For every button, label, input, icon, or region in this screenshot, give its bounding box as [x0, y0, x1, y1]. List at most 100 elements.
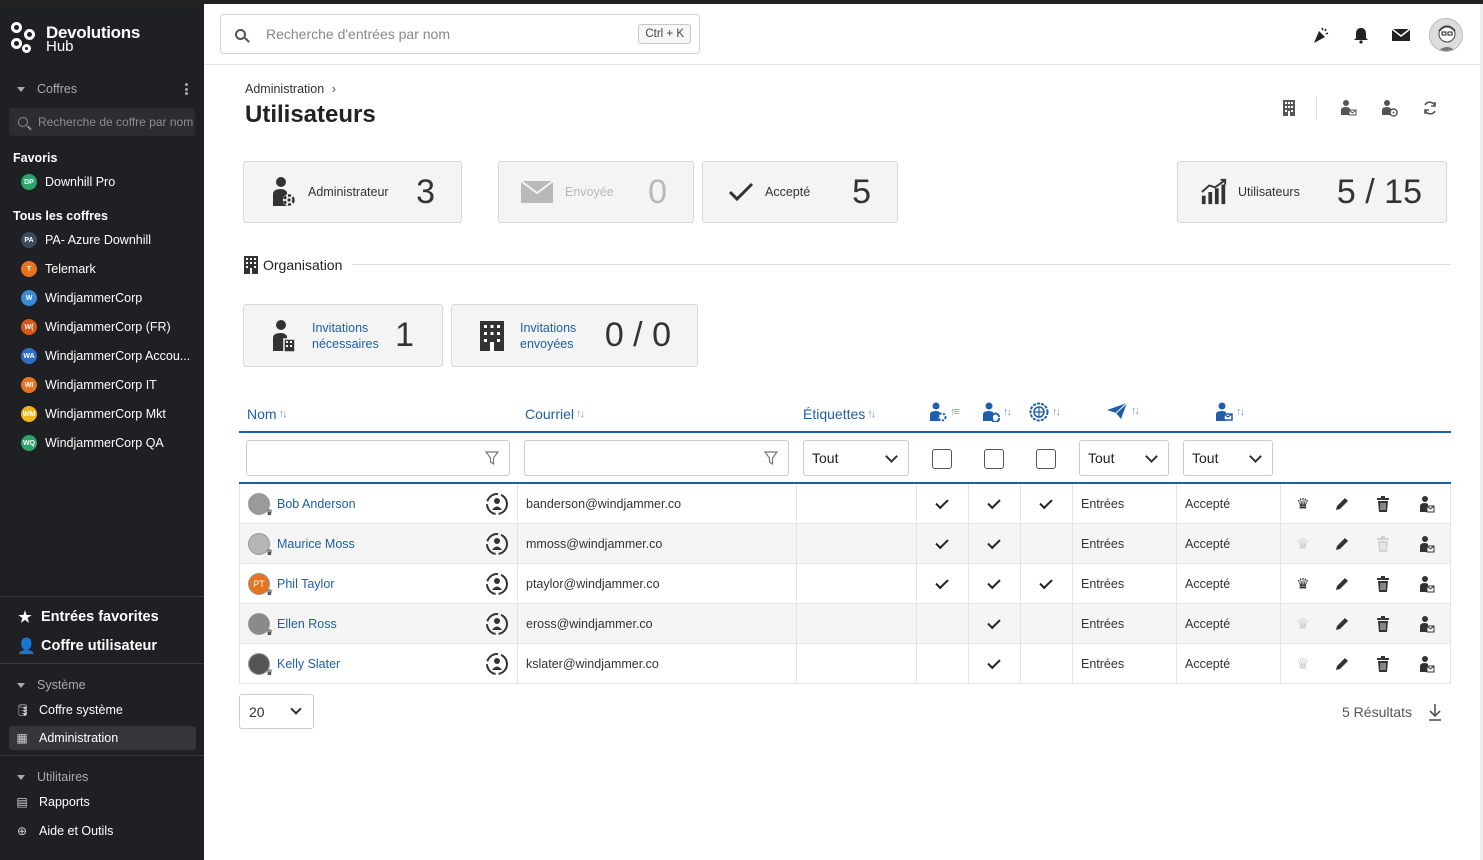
building-icon[interactable] — [1279, 98, 1299, 118]
check-icon — [987, 535, 1001, 549]
name-filter-input[interactable] — [246, 440, 510, 476]
system-vault-link[interactable]: 🛢 Coffre système — [9, 698, 196, 722]
party-popper-icon[interactable] — [1311, 25, 1331, 45]
admin-filter-checkbox[interactable] — [932, 449, 952, 469]
status-cell: Accepté — [1185, 577, 1231, 591]
edit-pencil-icon[interactable] — [1332, 494, 1352, 514]
table-row[interactable]: ♛ Bob Anderson banderson@windjammer.co Entr… — [239, 484, 1451, 524]
administration-link[interactable]: ▦ Administration — [9, 726, 196, 750]
chevron-down-icon — [1249, 450, 1262, 463]
sidebar-item-vault[interactable]: WQ WindjammerCorp QA — [21, 433, 199, 453]
sidebar-item-vault[interactable]: T Telemark — [21, 259, 199, 279]
sidebar-item-vault[interactable]: W WindjammerCorp — [21, 288, 199, 308]
user-mail-icon[interactable] — [1417, 654, 1437, 674]
email-filter-input[interactable] — [524, 440, 789, 476]
vaults-section-header[interactable]: Coffres — [0, 79, 204, 99]
table-row[interactable]: ♛ Maurice Moss mmoss@windjammer.co Entrées A… — [239, 524, 1451, 564]
user-sync-icon[interactable] — [485, 492, 509, 516]
vault-search-input[interactable]: Recherche de coffre par nom — [9, 108, 195, 136]
accepted-count-card[interactable]: Accepté 5 — [702, 161, 898, 223]
trash-icon[interactable] — [1373, 574, 1393, 594]
bell-icon[interactable] — [1351, 25, 1371, 45]
user-name-link[interactable]: Ellen Ross — [277, 617, 337, 631]
kebab-menu-icon[interactable] — [185, 83, 188, 95]
column-header-name[interactable]: Nom ↑↓ — [247, 406, 288, 422]
help-tools-link[interactable]: ⊕ Aide et Outils — [9, 819, 196, 843]
invitations-needed-card[interactable]: Invitations nécessaires 1 — [243, 304, 443, 367]
favorite-entries-link[interactable]: ★ Entrées favorites — [17, 608, 158, 626]
edit-pencil-icon[interactable] — [1332, 534, 1352, 554]
vault-avatar: WA — [21, 348, 37, 364]
user-mail-icon[interactable] — [1417, 494, 1437, 514]
user-sync-icon[interactable] — [485, 532, 509, 556]
sort-icon: ↑↓ — [867, 408, 876, 420]
sidebar-item-vault[interactable]: PA PA- Azure Downhill — [21, 230, 199, 250]
entry-search-input[interactable]: Recherche d'entrées par nom Ctrl + K — [220, 14, 700, 54]
user-sync-icon[interactable] — [485, 612, 509, 636]
user-vault-link[interactable]: 👤 Coffre utilisateur — [17, 637, 157, 655]
trash-icon[interactable] — [1373, 654, 1393, 674]
admin-count-card[interactable]: Administrateur 3 — [243, 161, 462, 223]
mail-icon[interactable] — [1391, 25, 1411, 45]
column-header-global[interactable]: ↑↓ — [1029, 402, 1061, 422]
crown-icon[interactable]: ♛ — [1293, 494, 1313, 514]
sidebar-item-vault[interactable]: WA WindjammerCorp Accou... — [21, 346, 199, 366]
sent-count-card[interactable]: Envoyée 0 — [498, 161, 694, 223]
user-name-link[interactable]: Phil Taylor — [277, 577, 334, 591]
sidebar-item-favorite-vault[interactable]: DP Downhill Pro — [21, 172, 199, 192]
user-vault-label: Coffre utilisateur — [41, 638, 158, 654]
user-invite-icon[interactable] — [1338, 98, 1358, 118]
user-name-link[interactable]: Bob Anderson — [277, 497, 356, 511]
breadcrumb-item[interactable]: Administration — [245, 82, 324, 96]
breadcrumb: Administration › — [245, 82, 336, 96]
crown-icon[interactable]: ♛ — [1293, 534, 1313, 554]
vault-search-placeholder: Recherche de coffre par nom — [38, 115, 194, 129]
trash-icon[interactable] — [1373, 614, 1393, 634]
table-row[interactable]: ♛ Kelly Slater kslater@windjammer.co Entrée… — [239, 644, 1451, 684]
crown-icon[interactable]: ♛ — [1293, 574, 1313, 594]
edit-pencil-icon[interactable] — [1332, 614, 1352, 634]
column-header-email[interactable]: Courriel ↑↓ — [525, 406, 585, 422]
edit-pencil-icon[interactable] — [1332, 574, 1352, 594]
user-mail-icon[interactable] — [1417, 534, 1437, 554]
table-row[interactable]: PT ♛ Phil Taylor ptaylor@windjammer.co Entré… — [239, 564, 1451, 604]
table-row[interactable]: ♛ Ellen Ross eross@windjammer.co Entrées Acc… — [239, 604, 1451, 644]
status-filter-select[interactable]: Tout — [1183, 440, 1273, 476]
sidebar-item-vault[interactable]: W(WindjammerCorp (FR) — [21, 317, 199, 337]
user-sync-icon[interactable] — [485, 572, 509, 596]
users-count-card[interactable]: Utilisateurs 5 / 15 — [1177, 161, 1447, 223]
sidebar-item-vault[interactable]: WI WindjammerCorp IT — [21, 375, 199, 395]
user-name-link[interactable]: Kelly Slater — [277, 657, 340, 671]
invitation-filter-select[interactable]: Tout — [1079, 440, 1169, 476]
user-settings-icon[interactable] — [1379, 98, 1399, 118]
user-mail-icon[interactable] — [1417, 574, 1437, 594]
app-logo[interactable]: Devolutions Hub — [10, 22, 140, 58]
column-header-tags[interactable]: Étiquettes ↑↓ — [803, 406, 876, 422]
tags-filter-select[interactable]: Tout — [803, 440, 909, 476]
access-filter-checkbox[interactable] — [984, 449, 1004, 469]
download-icon[interactable] — [1427, 703, 1443, 721]
user-name-link[interactable]: Maurice Moss — [277, 537, 355, 551]
system-section-header[interactable]: Système — [0, 675, 204, 695]
invitations-sent-label[interactable]: Invitations envoyées — [520, 320, 576, 352]
user-mail-icon[interactable] — [1417, 614, 1437, 634]
reports-link[interactable]: ▤ Rapports — [9, 790, 196, 814]
user-avatar[interactable] — [1429, 18, 1463, 52]
column-header-invitation[interactable]: ↑↓ — [1106, 402, 1140, 420]
crown-icon[interactable]: ♛ — [1293, 614, 1313, 634]
edit-pencil-icon[interactable] — [1332, 654, 1352, 674]
trash-icon[interactable] — [1373, 494, 1393, 514]
invitations-needed-label[interactable]: Invitations nécessaires — [312, 320, 379, 352]
page-size-select[interactable]: 20 — [239, 694, 314, 729]
invitations-sent-card[interactable]: Invitations envoyées 0 / 0 — [451, 304, 698, 367]
crown-icon[interactable]: ♛ — [1293, 654, 1313, 674]
column-header-admin[interactable]: ↑≡ — [929, 402, 960, 422]
column-header-status[interactable]: ↑↓ — [1215, 402, 1245, 422]
column-header-user-access[interactable]: ↑↓ — [982, 402, 1012, 422]
sidebar-item-vault[interactable]: WM WindjammerCorp Mkt — [21, 404, 199, 424]
refresh-icon[interactable] — [1420, 98, 1440, 118]
trash-icon[interactable] — [1373, 534, 1393, 554]
utilities-section-header[interactable]: Utilitaires — [0, 767, 204, 787]
user-sync-icon[interactable] — [485, 652, 509, 676]
global-filter-checkbox[interactable] — [1036, 449, 1056, 469]
